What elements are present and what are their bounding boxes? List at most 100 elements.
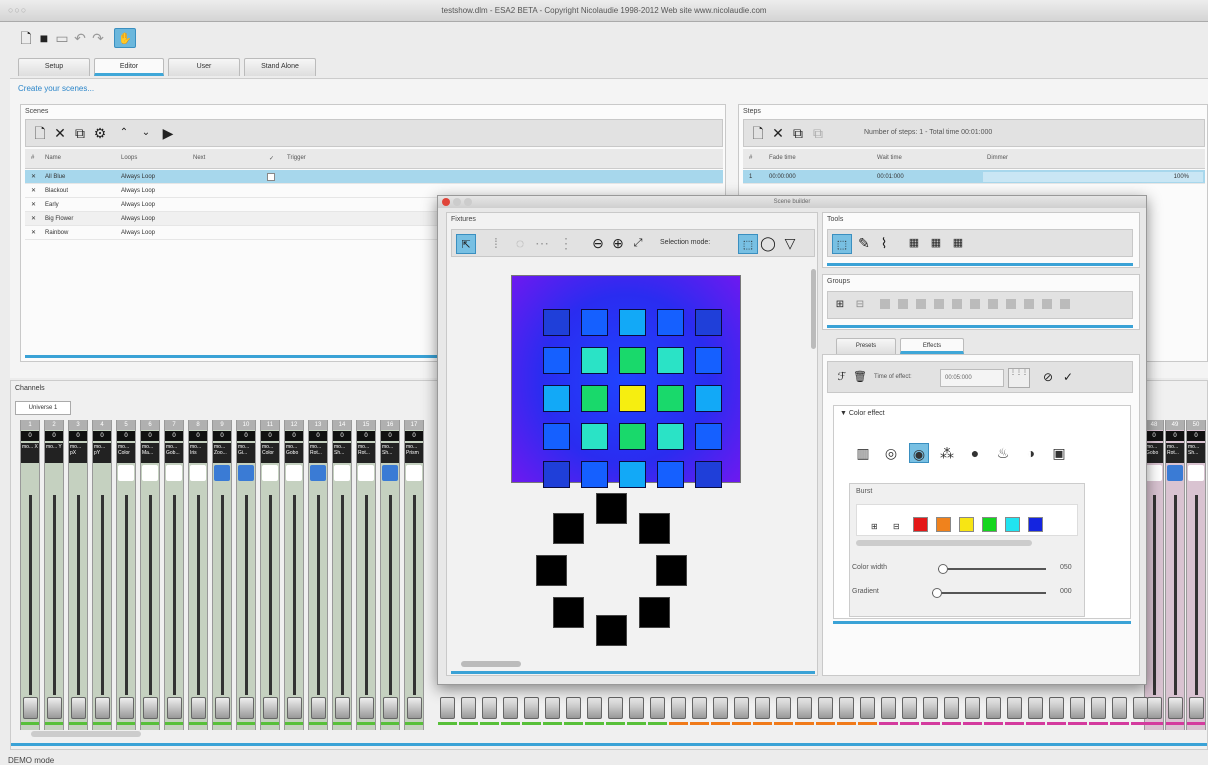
fader-knob[interactable] [671, 697, 686, 719]
step-row[interactable]: 1 00:00:000 00:01:000 100% [743, 170, 1205, 184]
minimize-icon[interactable] [453, 198, 461, 206]
fixture-grid[interactable] [511, 275, 741, 483]
fixture-cell[interactable] [543, 461, 570, 488]
move-up-icon[interactable]: ⌃ [116, 125, 132, 141]
fader-knob[interactable] [440, 697, 455, 719]
burst-color-swatch[interactable] [1028, 517, 1043, 532]
zoom-in-icon[interactable]: ⊕ [610, 235, 626, 251]
fader-knob[interactable] [902, 697, 917, 719]
fader-track[interactable] [1195, 495, 1198, 695]
scene-settings-icon[interactable]: ⚙ [92, 125, 108, 141]
group-slot-icon[interactable] [1006, 299, 1016, 309]
fader-knob[interactable] [944, 697, 959, 719]
new-step-icon[interactable]: 🗋 [750, 125, 766, 141]
fader-knob[interactable] [95, 697, 110, 719]
tab-user[interactable]: User [168, 58, 240, 76]
pointer-tool-icon[interactable]: ⇱ [456, 234, 476, 254]
fader-track[interactable] [389, 495, 392, 695]
fader-track[interactable] [365, 495, 368, 695]
step-dimmer[interactable]: 100% [983, 172, 1203, 182]
new-scene-icon[interactable]: 🗋 [32, 125, 48, 141]
group-slot-icon[interactable] [916, 299, 926, 309]
fader-knob[interactable] [881, 697, 896, 719]
fader-knob[interactable] [1070, 697, 1085, 719]
fixture-cell[interactable] [543, 347, 570, 374]
pixel-fixture[interactable] [596, 493, 627, 524]
fader-knob[interactable] [1049, 697, 1064, 719]
add-color-icon[interactable]: ⊞ [871, 522, 878, 531]
gradient-track[interactable] [932, 592, 1046, 594]
fader-knob[interactable] [566, 697, 581, 719]
apply-icon[interactable]: ✓ [1060, 369, 1076, 385]
fixture-cell[interactable] [543, 309, 570, 336]
channels-scrollbar[interactable] [31, 731, 141, 737]
time-stepper[interactable]: ⋮⋮⋮ [1008, 368, 1030, 388]
hand-tool-icon[interactable]: ✋ [114, 28, 136, 48]
grid-layout-icon[interactable]: ⁞ [488, 235, 504, 251]
color-width-track[interactable] [938, 568, 1046, 570]
fixture-cell[interactable] [619, 309, 646, 336]
fixture-cell[interactable] [657, 347, 684, 374]
remove-color-icon[interactable]: ⊟ [893, 522, 900, 531]
move-down-icon[interactable]: ⌄ [138, 125, 154, 141]
fader-knob[interactable] [311, 697, 326, 719]
fader-track[interactable] [1153, 495, 1156, 695]
pixel-fixture[interactable] [639, 513, 670, 544]
fader-knob[interactable] [461, 697, 476, 719]
fader-track[interactable] [173, 495, 176, 695]
fader-knob[interactable] [860, 697, 875, 719]
fader-knob[interactable] [143, 697, 158, 719]
fixture-cell[interactable] [619, 347, 646, 374]
burst-color-swatch[interactable] [959, 517, 974, 532]
pixel-fixture[interactable] [536, 555, 567, 586]
fixture-cell[interactable] [695, 461, 722, 488]
burst-color-swatch[interactable] [913, 517, 928, 532]
fader-track[interactable] [245, 495, 248, 695]
group-slot-icon[interactable] [970, 299, 980, 309]
fixture-cell[interactable] [657, 309, 684, 336]
fader-knob[interactable] [776, 697, 791, 719]
fader-knob[interactable] [47, 697, 62, 719]
fader-knob[interactable] [263, 697, 278, 719]
fader-knob[interactable] [1007, 697, 1022, 719]
fader-knob[interactable] [482, 697, 497, 719]
fader-knob[interactable] [1168, 697, 1183, 719]
group-slot-icon[interactable] [898, 299, 908, 309]
fader-knob[interactable] [608, 697, 623, 719]
cancel-icon[interactable]: ⊘ [1040, 369, 1056, 385]
fader-track[interactable] [149, 495, 152, 695]
image-effect-icon[interactable]: ▣ [1049, 443, 1069, 463]
fixture-cell[interactable] [581, 347, 608, 374]
burst-effect-icon[interactable]: ◉ [909, 443, 929, 463]
fader-knob[interactable] [383, 697, 398, 719]
fader-knob[interactable] [755, 697, 770, 719]
select-tool-icon[interactable]: ⬚ [832, 234, 852, 254]
fader-knob[interactable] [713, 697, 728, 719]
fader-track[interactable] [269, 495, 272, 695]
save-icon[interactable]: ▭ [54, 30, 70, 46]
tab-presets[interactable]: Presets [836, 338, 896, 354]
fader-knob[interactable] [119, 697, 134, 719]
circle-layout-icon[interactable]: ◌ [512, 235, 528, 251]
fader-knob[interactable] [965, 697, 980, 719]
remove-group-icon[interactable]: ⊟ [852, 297, 868, 313]
burst-color-swatch[interactable] [936, 517, 951, 532]
fader-knob[interactable] [1091, 697, 1106, 719]
fixtures-vscroll[interactable] [811, 269, 816, 349]
scene-row-all-blue[interactable]: ✕ All Blue Always Loop [25, 170, 723, 184]
fader-knob[interactable] [986, 697, 1001, 719]
fader-track[interactable] [77, 495, 80, 695]
delete-step-icon[interactable]: ✕ [770, 125, 786, 141]
scatter-effect-icon[interactable]: ⁂ [937, 443, 957, 463]
group-slot-icon[interactable] [1060, 299, 1070, 309]
universe-tab[interactable]: Universe 1 [15, 401, 71, 415]
fader-knob[interactable] [1112, 697, 1127, 719]
tab-setup[interactable]: Setup [18, 58, 90, 76]
fixture-cell[interactable] [695, 347, 722, 374]
pixel-fixture[interactable] [656, 555, 687, 586]
fader-knob[interactable] [1189, 697, 1204, 719]
grid-small-icon[interactable]: ▦ [906, 235, 922, 251]
fader-knob[interactable] [287, 697, 302, 719]
close-icon[interactable] [442, 198, 450, 206]
color-effect-header[interactable]: ▼ Color effect [840, 410, 885, 417]
